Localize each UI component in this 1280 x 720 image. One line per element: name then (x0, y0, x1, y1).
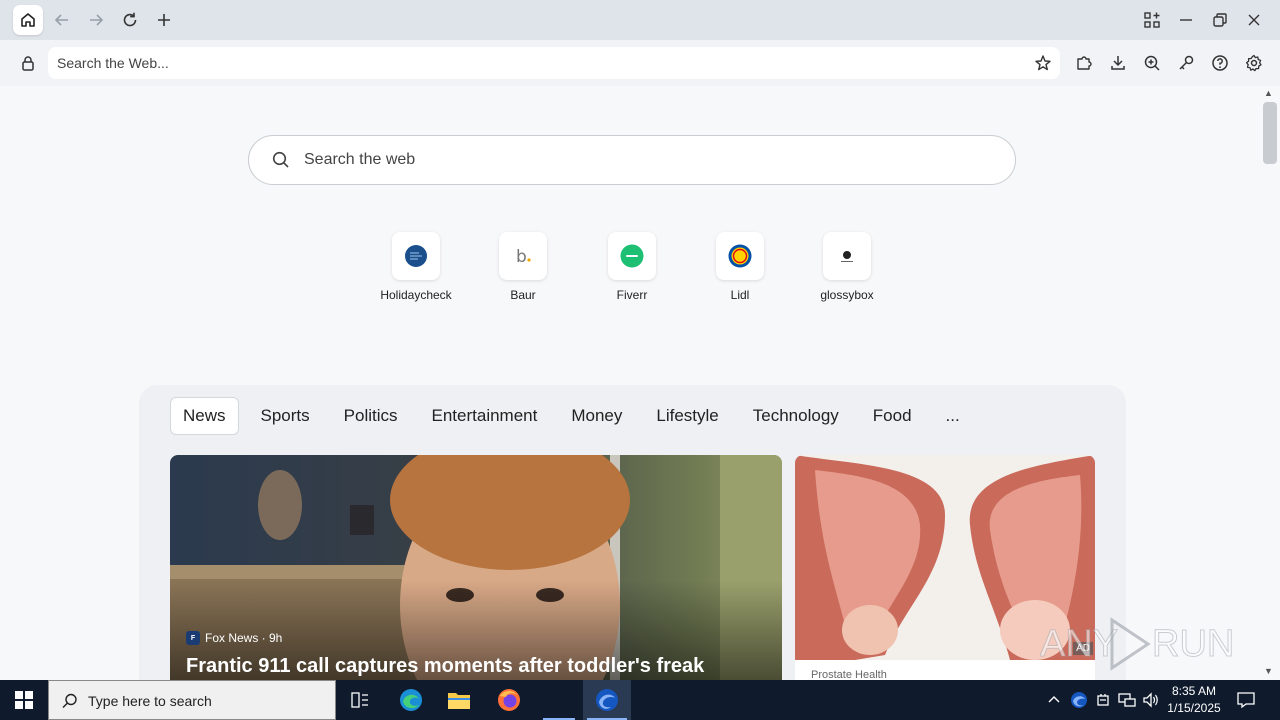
search-icon (61, 692, 79, 710)
browser-titlebar (0, 0, 1280, 40)
svg-text:ANY: ANY (1040, 623, 1118, 665)
bookmark-star-icon[interactable] (1032, 52, 1054, 74)
minimize-icon[interactable] (1171, 5, 1201, 35)
shortcut-glossybox[interactable]: glossybox (799, 232, 895, 302)
new-tab-page: Search the web Holidaycheck b Baur Fiver… (0, 86, 1260, 680)
scroll-up-icon[interactable]: ▲ (1264, 88, 1273, 98)
task-view-icon[interactable] (336, 680, 384, 720)
address-bar: Search the Web... (0, 40, 1280, 86)
tab-entertainment[interactable]: Entertainment (420, 398, 550, 434)
tab-news[interactable]: News (170, 397, 239, 435)
fox-news-logo-icon: F (186, 631, 200, 645)
windows-start-icon[interactable] (0, 680, 48, 720)
file-explorer-icon[interactable] (435, 680, 483, 720)
ad-source: Prostate Health (811, 669, 887, 680)
web-search-box[interactable]: Search the web (248, 135, 1016, 185)
firefox-icon[interactable] (485, 680, 533, 720)
shortcut-baur[interactable]: b Baur (475, 232, 571, 302)
scrollbar-thumb[interactable] (1263, 102, 1277, 164)
news-source-text: Fox News · 9h (205, 631, 283, 645)
edge-icon[interactable] (387, 680, 435, 720)
news-headline[interactable]: Frantic 911 call captures moments after … (186, 655, 776, 678)
news-photo (170, 455, 782, 680)
help-icon[interactable] (1209, 52, 1231, 74)
shortcut-label: Holidaycheck (380, 288, 452, 302)
clock-time: 8:35 AM (1171, 684, 1217, 698)
extensions-puzzle-icon[interactable] (1073, 52, 1095, 74)
close-icon[interactable] (1239, 5, 1269, 35)
shortcut-label: Lidl (730, 288, 750, 302)
forward-icon[interactable] (81, 5, 111, 35)
home-icon[interactable] (13, 5, 43, 35)
new-tab-icon[interactable] (149, 5, 179, 35)
tab-food[interactable]: Food (861, 398, 924, 434)
tray-device-icon[interactable] (1093, 690, 1113, 710)
tab-technology[interactable]: Technology (741, 398, 851, 434)
news-card-main[interactable]: F Fox News · 9h Frantic 911 call capture… (170, 455, 782, 680)
tray-app-icon[interactable] (1069, 690, 1089, 710)
tab-more[interactable]: ... (934, 398, 972, 434)
glossybox-logo-icon (823, 232, 871, 280)
url-input[interactable]: Search the Web... (48, 47, 1060, 79)
restore-icon[interactable] (1205, 5, 1235, 35)
baur-logo-icon: b (499, 232, 547, 280)
reload-icon[interactable] (115, 5, 145, 35)
lidl-logo-icon (716, 232, 764, 280)
fiverr-logo-icon (608, 232, 656, 280)
shortcut-holidaycheck[interactable]: Holidaycheck (368, 232, 464, 302)
shortcut-lidl[interactable]: Lidl (692, 232, 788, 302)
zoom-icon[interactable] (1141, 52, 1163, 74)
network-icon[interactable] (1117, 690, 1137, 710)
news-source: F Fox News · 9h (186, 631, 282, 645)
news-feed: News Sports Politics Entertainment Money… (139, 385, 1126, 680)
running-app-indicator[interactable] (535, 680, 583, 720)
browser-app-icon[interactable] (583, 680, 631, 720)
tab-lifestyle[interactable]: Lifestyle (644, 398, 730, 434)
volume-icon[interactable] (1141, 690, 1161, 710)
extensions-grid-icon[interactable] (1137, 5, 1167, 35)
key-icon[interactable] (1175, 52, 1197, 74)
settings-gear-icon[interactable] (1243, 52, 1265, 74)
shortcut-label: glossybox (820, 288, 874, 302)
taskbar-search-box[interactable]: Type here to search (48, 680, 336, 720)
url-placeholder: Search the Web... (57, 55, 169, 71)
scroll-down-icon[interactable]: ▼ (1264, 666, 1273, 676)
taskbar-clock[interactable]: 8:35 AM 1/15/2025 (1162, 683, 1226, 717)
tab-sports[interactable]: Sports (249, 398, 322, 434)
page-scrollbar[interactable]: ▲ ▼ (1260, 86, 1280, 680)
tray-overflow-chevron-icon[interactable] (1044, 690, 1064, 710)
notifications-icon[interactable] (1236, 690, 1258, 710)
download-icon[interactable] (1107, 52, 1129, 74)
svg-text:b: b (516, 247, 527, 267)
shortcut-fiverr[interactable]: Fiverr (584, 232, 680, 302)
windows-taskbar: Type here to search 8:35 AM 1/15/2025 (0, 680, 1280, 720)
tab-politics[interactable]: Politics (332, 398, 410, 434)
shortcut-label: Fiverr (616, 288, 648, 302)
feed-tabs: News Sports Politics Entertainment Money… (170, 397, 982, 435)
taskbar-search-placeholder: Type here to search (88, 693, 212, 709)
lock-icon[interactable] (18, 53, 38, 73)
search-icon (271, 150, 291, 170)
tab-money[interactable]: Money (559, 398, 634, 434)
back-icon[interactable] (47, 5, 77, 35)
svg-text:RUN: RUN (1152, 623, 1234, 665)
search-placeholder: Search the web (304, 151, 416, 168)
clock-date: 1/15/2025 (1167, 701, 1221, 715)
holidaycheck-logo-icon (392, 232, 440, 280)
anyrun-watermark: ANY RUN (1040, 617, 1235, 671)
shortcut-label: Baur (510, 288, 536, 302)
